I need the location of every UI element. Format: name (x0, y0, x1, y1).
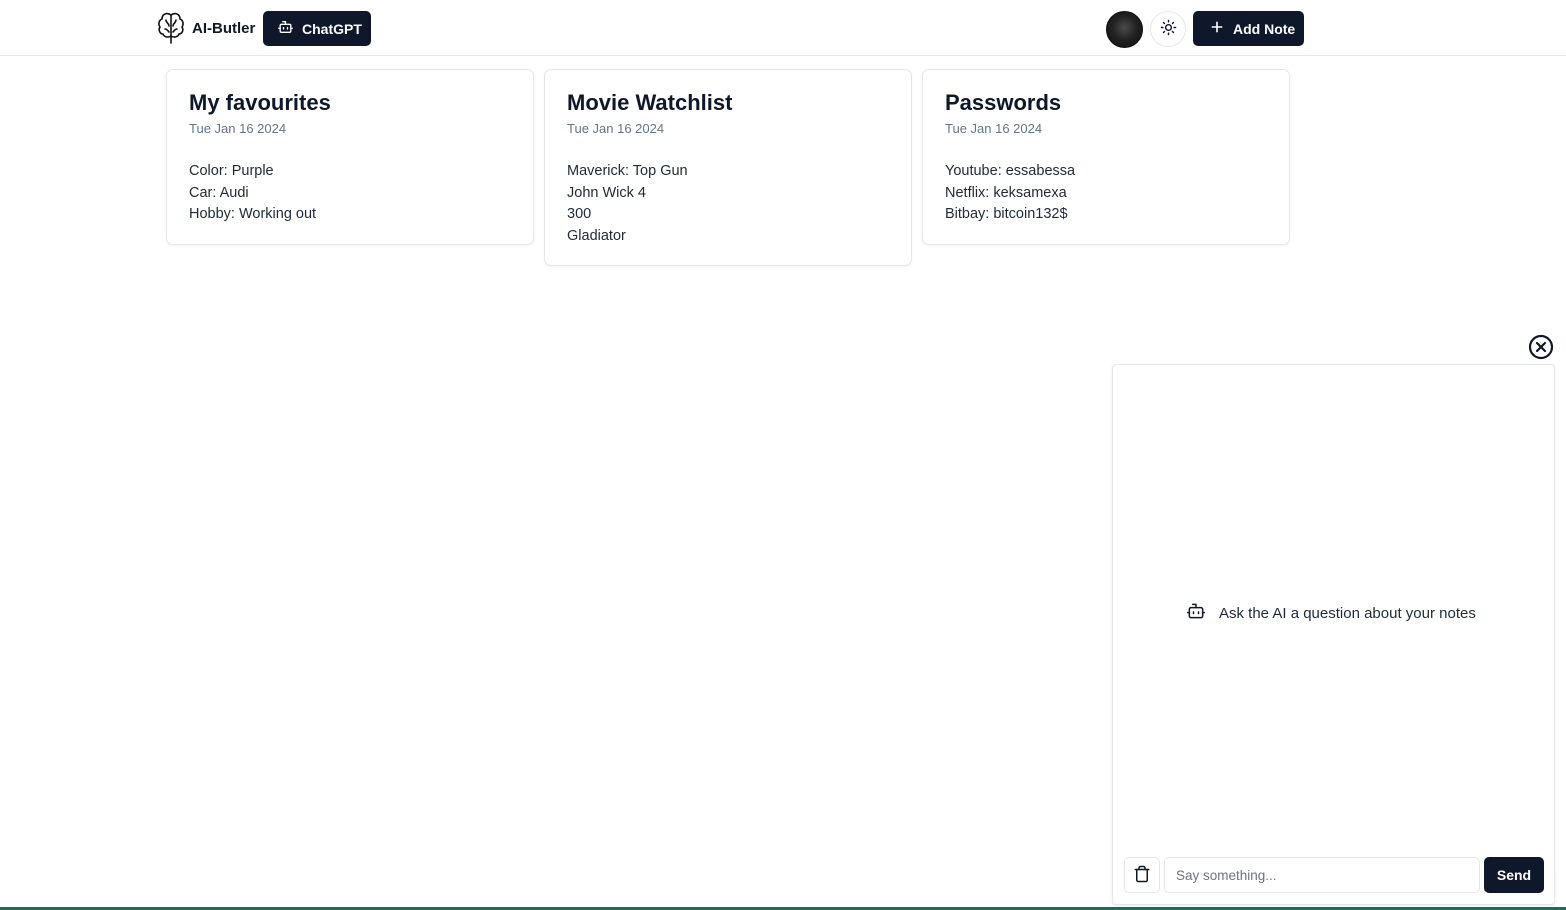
note-line: John Wick 4 (567, 184, 646, 201)
close-circle-icon (1528, 334, 1554, 363)
note-line: Car: Audi (189, 184, 249, 201)
note-date: Tue Jan 16 2024 (189, 121, 287, 136)
note-date: Tue Jan 16 2024 (567, 121, 665, 136)
user-avatar[interactable] (1106, 11, 1143, 48)
add-note-button[interactable]: Add Note (1193, 11, 1304, 46)
note-line: Bitbay: bitcoin132$ (945, 206, 1068, 223)
trash-icon (1133, 864, 1151, 887)
note-line: Color: Purple (189, 163, 274, 179)
chat-empty-message: Ask the AI a question about your notes (1219, 604, 1476, 622)
ai-chat-panel: Ask the AI a question about your notes S… (1112, 364, 1555, 905)
note-date: Tue Jan 16 2024 (945, 121, 1043, 136)
chatgpt-label: ChatGPT (302, 20, 362, 37)
note-line: Hobby: Working out (189, 206, 317, 223)
note-content: Youtube: essabessa Netflix: keksamexa Bi… (945, 161, 1267, 226)
clear-chat-button[interactable] (1124, 857, 1160, 893)
note-line: Gladiator (567, 227, 626, 244)
plus-icon (1209, 19, 1225, 38)
sun-icon (1160, 19, 1177, 39)
chat-message-input[interactable] (1164, 857, 1480, 893)
top-nav-bar: AI-Butler ChatGPT Add Note (0, 0, 1566, 56)
note-card[interactable]: Passwords Tue Jan 16 2024 Youtube: essab… (922, 69, 1290, 245)
note-card[interactable]: Movie Watchlist Tue Jan 16 2024 Maverick… (544, 69, 912, 267)
brain-icon (156, 10, 186, 46)
note-line: Maverick: Top Gun (567, 163, 688, 179)
chat-input-row: Send (1124, 857, 1544, 893)
send-button[interactable]: Send (1484, 857, 1544, 893)
theme-toggle-button[interactable] (1150, 11, 1186, 47)
note-line: Youtube: essabessa (945, 163, 1076, 179)
note-content: Maverick: Top Gun John Wick 4 300 Gladia… (567, 161, 889, 247)
note-content: Color: Purple Car: Audi Hobby: Working o… (189, 161, 511, 226)
note-line: Netflix: keksamexa (945, 184, 1067, 201)
chat-empty-state: Ask the AI a question about your notes (1185, 601, 1476, 625)
note-card[interactable]: My favourites Tue Jan 16 2024 Color: Pur… (166, 69, 534, 245)
note-title: Movie Watchlist (567, 90, 733, 115)
brand-link[interactable]: AI-Butler (156, 10, 255, 46)
note-title: Passwords (945, 90, 1062, 115)
brand-name: AI-Butler (192, 19, 256, 37)
bot-icon (1185, 601, 1207, 625)
add-note-label: Add Note (1233, 20, 1296, 37)
note-line: 300 (567, 206, 592, 223)
bot-icon (277, 19, 294, 38)
note-title: My favourites (189, 90, 331, 115)
close-chat-button[interactable] (1528, 334, 1554, 363)
chatgpt-button[interactable]: ChatGPT (263, 11, 371, 46)
